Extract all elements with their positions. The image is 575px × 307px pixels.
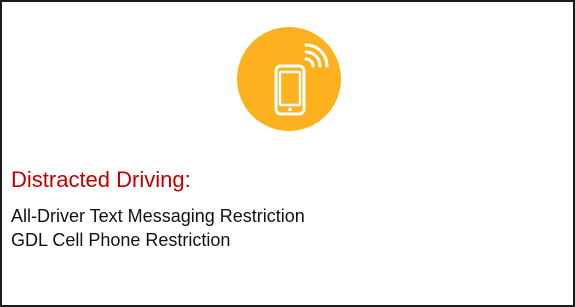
phone-signal-badge <box>237 27 341 131</box>
list-item: GDL Cell Phone Restriction <box>11 230 231 250</box>
card-title: Distracted Driving: <box>11 167 191 192</box>
restriction-list: All-Driver Text Messaging Restriction GD… <box>11 204 305 252</box>
list-item: All-Driver Text Messaging Restriction <box>11 206 305 226</box>
mobile-phone-signal-icon <box>237 27 341 131</box>
info-card: Distracted Driving: All-Driver Text Mess… <box>0 0 575 307</box>
